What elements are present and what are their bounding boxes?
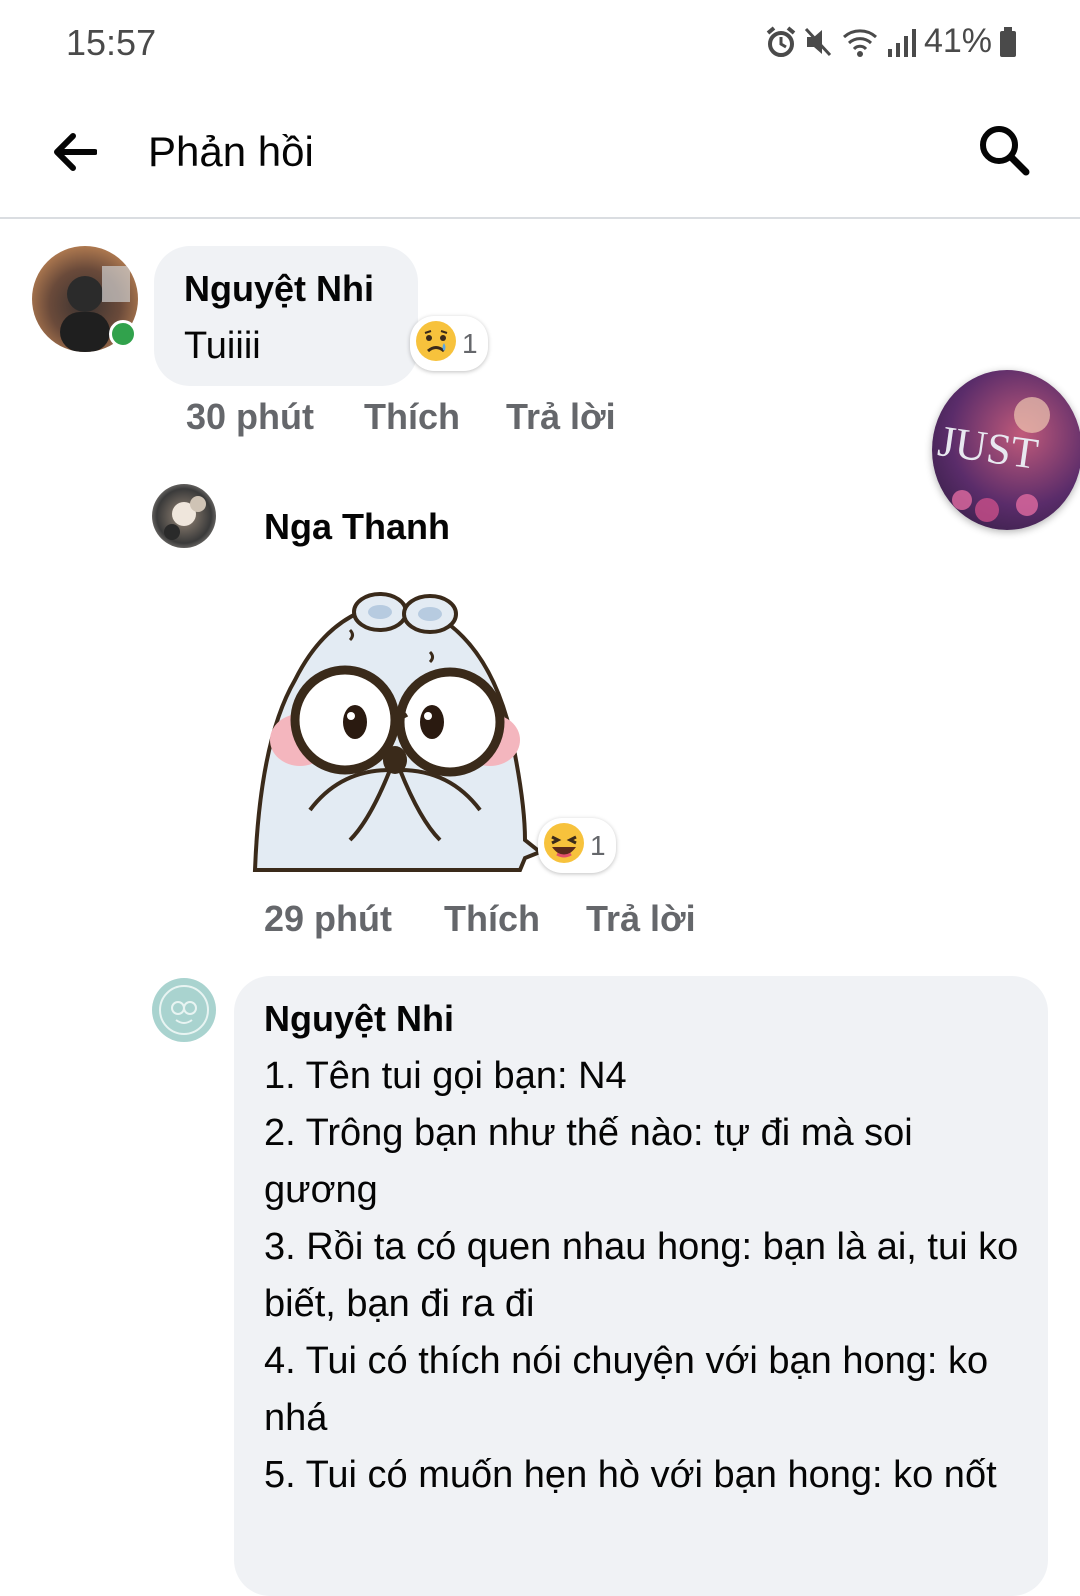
chat-head-bubble[interactable]: JUST bbox=[932, 370, 1080, 530]
search-button[interactable] bbox=[972, 120, 1036, 184]
status-time: 15:57 bbox=[66, 22, 157, 63]
comment-text: Tuiiii bbox=[184, 325, 261, 367]
header-divider bbox=[0, 217, 1080, 219]
page-title: Phản hồi bbox=[148, 128, 314, 175]
comment-author[interactable]: Nga Thanh bbox=[264, 506, 450, 548]
comment-bubble[interactable]: Nguyệt Nhi Tuiiii bbox=[154, 246, 418, 386]
status-icons: 41% bbox=[764, 22, 1018, 61]
reaction-count: 1 bbox=[462, 327, 478, 359]
signal-icon bbox=[886, 25, 918, 59]
sad-reaction-icon bbox=[414, 319, 458, 368]
haha-reaction-icon bbox=[542, 821, 586, 870]
like-button[interactable]: Thích bbox=[444, 898, 540, 940]
like-button[interactable]: Thích bbox=[364, 396, 460, 438]
reply-button[interactable]: Trả lời bbox=[506, 396, 616, 438]
reaction-count: 1 bbox=[590, 829, 606, 861]
comment-bubble[interactable]: Nguyệt Nhi 1. Tên tui gọi bạn: N4 2. Trô… bbox=[234, 976, 1048, 1596]
comment-author[interactable]: Nguyệt Nhi bbox=[184, 268, 374, 310]
back-arrow-icon bbox=[51, 132, 98, 177]
back-button[interactable] bbox=[44, 126, 104, 182]
comment-author[interactable]: Nguyệt Nhi bbox=[264, 998, 454, 1040]
comment-time: 29 phút bbox=[264, 898, 393, 939]
reaction-summary[interactable]: 1 bbox=[410, 316, 488, 371]
wifi-icon bbox=[840, 25, 880, 59]
reaction-summary[interactable]: 1 bbox=[538, 818, 616, 873]
comment-text: 1. Tên tui gọi bạn: N4 2. Trông bạn như … bbox=[264, 1055, 1019, 1496]
online-status-dot bbox=[109, 320, 137, 348]
avatar-nguyet-nhi-2[interactable] bbox=[152, 978, 216, 1042]
alarm-icon bbox=[764, 25, 798, 59]
sticker-image[interactable] bbox=[250, 590, 550, 875]
comment-time: 30 phút bbox=[186, 396, 315, 437]
mute-icon bbox=[804, 25, 834, 59]
reply-button[interactable]: Trả lời bbox=[586, 898, 696, 940]
battery-icon bbox=[998, 25, 1018, 59]
search-icon bbox=[976, 122, 1032, 183]
avatar-nga-thanh[interactable] bbox=[152, 484, 216, 548]
battery-percent: 41% bbox=[923, 22, 992, 60]
